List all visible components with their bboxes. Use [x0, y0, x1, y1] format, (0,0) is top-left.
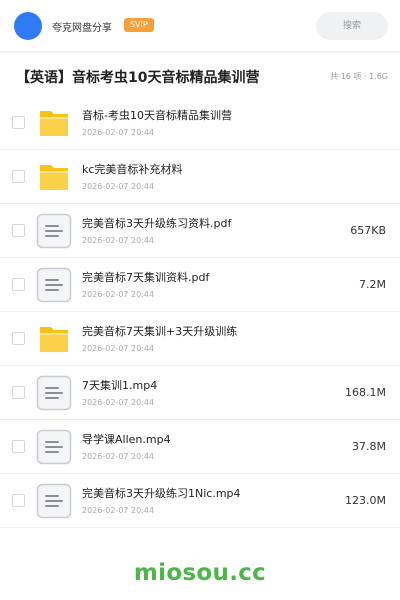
- select-checkbox[interactable]: [12, 170, 25, 183]
- file-name: 完美音标3天升级练习1Nic.mp4: [82, 487, 241, 500]
- file-name: 完美音标7天集训资料.pdf: [82, 271, 210, 284]
- avatar[interactable]: [14, 12, 42, 40]
- list-item[interactable]: kc完美音标补充材料 2026-02-07 20:44: [0, 150, 400, 204]
- file-date: 2026-02-07 20:44: [82, 344, 155, 353]
- list-item[interactable]: 完美音标3天升级练习资料.pdf 2026-02-07 20:44 657KB: [0, 204, 400, 258]
- document-icon: [36, 213, 72, 249]
- top-bar: 夸克网盘分享 SVIP: [0, 0, 400, 52]
- select-checkbox[interactable]: [12, 278, 25, 291]
- page-title: 【英语】音标考虫10天音标精品集训营: [16, 70, 260, 86]
- folder-icon: [36, 159, 72, 195]
- file-name: 完美音标7天集训+3天升级训练: [82, 325, 238, 338]
- vip-badge: SVIP: [124, 18, 154, 32]
- list-item[interactable]: 7天集训1.mp4 2026-02-07 20:44 168.1M: [0, 366, 400, 420]
- list-item[interactable]: 音标-考虫10天音标精品集训营 2026-02-07 20:44: [0, 96, 400, 150]
- folder-icon: [36, 105, 72, 141]
- search-input[interactable]: [316, 12, 388, 40]
- file-date: 2026-02-07 20:44: [82, 506, 155, 515]
- select-checkbox[interactable]: [12, 440, 25, 453]
- footer: miosou.cc: [0, 548, 400, 600]
- document-icon: [36, 483, 72, 519]
- file-size: 7.2M: [359, 278, 386, 291]
- file-size: 168.1M: [345, 386, 386, 399]
- list-item[interactable]: 导学课Allen.mp4 2026-02-07 20:44 37.8M: [0, 420, 400, 474]
- file-date: 2026-02-07 20:44: [82, 182, 155, 191]
- file-summary: 共 16 项 · 1.6G: [330, 72, 388, 81]
- document-icon: [36, 429, 72, 465]
- list-item[interactable]: 完美音标7天集训资料.pdf 2026-02-07 20:44 7.2M: [0, 258, 400, 312]
- file-name: kc完美音标补充材料: [82, 163, 183, 176]
- list-item[interactable]: 完美音标3天升级练习1Nic.mp4 2026-02-07 20:44 123.…: [0, 474, 400, 528]
- file-name: 导学课Allen.mp4: [82, 433, 171, 446]
- list-item[interactable]: 完美音标7天集训+3天升级训练 2026-02-07 20:44: [0, 312, 400, 366]
- file-size: 123.0M: [345, 494, 386, 507]
- file-date: 2026-02-07 20:44: [82, 398, 155, 407]
- file-date: 2026-02-07 20:44: [82, 128, 155, 137]
- select-checkbox[interactable]: [12, 332, 25, 345]
- select-checkbox[interactable]: [12, 224, 25, 237]
- share-header: 【英语】音标考虫10天音标精品集训营 共 16 项 · 1.6G: [0, 53, 400, 98]
- file-name: 7天集训1.mp4: [82, 379, 158, 392]
- file-date: 2026-02-07 20:44: [82, 452, 155, 461]
- file-size: 37.8M: [352, 440, 386, 453]
- watermark: miosou.cc: [133, 560, 267, 586]
- select-checkbox[interactable]: [12, 494, 25, 507]
- document-icon: [36, 375, 72, 411]
- file-size: 657KB: [350, 224, 386, 237]
- file-date: 2026-02-07 20:44: [82, 290, 155, 299]
- select-checkbox[interactable]: [12, 116, 25, 129]
- folder-icon: [36, 321, 72, 357]
- document-icon: [36, 267, 72, 303]
- file-name: 音标-考虫10天音标精品集训营: [82, 109, 232, 122]
- file-name: 完美音标3天升级练习资料.pdf: [82, 217, 232, 230]
- file-date: 2026-02-07 20:44: [82, 236, 155, 245]
- app-name: 夸克网盘分享: [52, 23, 112, 34]
- select-checkbox[interactable]: [12, 386, 25, 399]
- file-list: 音标-考虫10天音标精品集训营 2026-02-07 20:44 kc完美音标补…: [0, 96, 400, 548]
